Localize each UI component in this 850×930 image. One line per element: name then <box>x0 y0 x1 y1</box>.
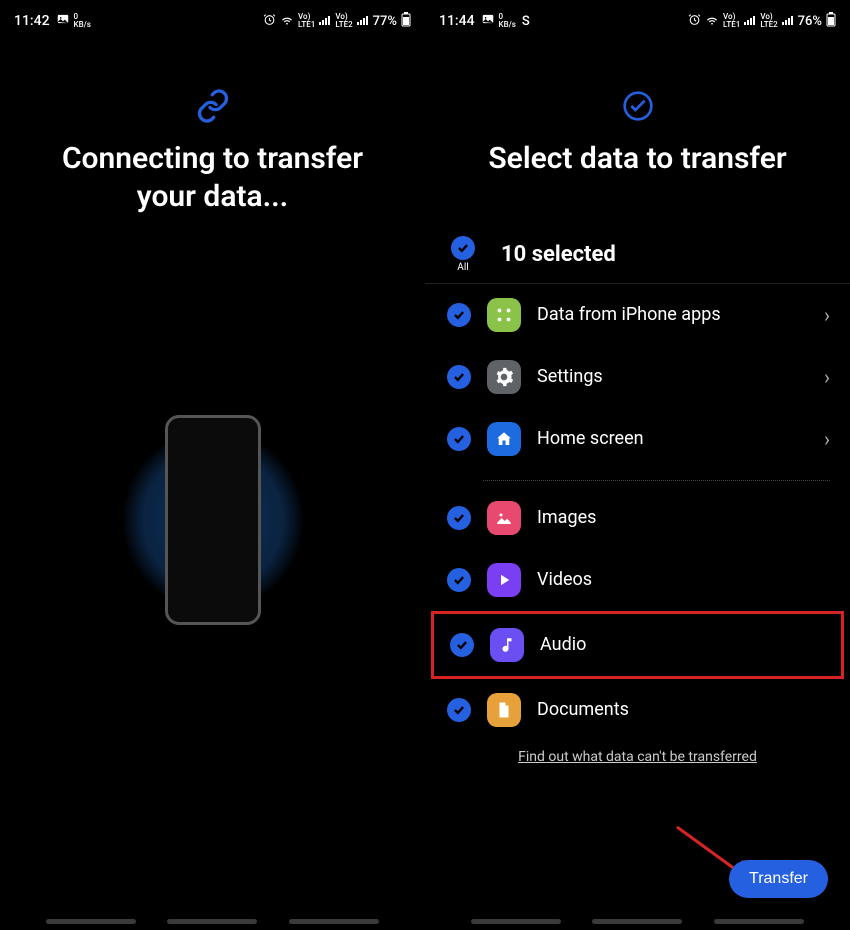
item-settings[interactable]: Settings › <box>425 346 850 408</box>
item-label: Images <box>537 507 830 528</box>
signal1-icon <box>744 14 756 28</box>
music-icon <box>490 628 524 662</box>
chevron-right-icon: › <box>824 365 830 389</box>
images-icon <box>487 501 521 535</box>
link-icon <box>193 86 233 126</box>
item-audio[interactable]: Audio <box>434 614 841 676</box>
battery-icon <box>826 12 836 30</box>
page-title: Select data to transfer <box>425 140 850 178</box>
left-screen: 11:42 0 KB/s Vo)LTE1 Vo)LTE2 77% <box>0 0 425 930</box>
signal1-icon <box>319 14 331 28</box>
signal2-icon <box>357 14 369 28</box>
checkbox[interactable] <box>447 568 471 592</box>
wifi-icon <box>280 14 294 29</box>
checkbox[interactable] <box>447 698 471 722</box>
image-icon <box>481 12 495 30</box>
nav-recent[interactable] <box>46 919 136 924</box>
find-out-link[interactable]: Find out what data can't be transferred <box>425 749 850 765</box>
item-documents[interactable]: Documents <box>425 679 850 741</box>
document-icon <box>487 693 521 727</box>
checkbox[interactable] <box>447 427 471 451</box>
nav-back[interactable] <box>289 919 379 924</box>
play-icon <box>487 563 521 597</box>
checkbox[interactable] <box>447 365 471 389</box>
status-bar: 11:42 0 KB/s Vo)LTE1 Vo)LTE2 77% <box>0 0 425 36</box>
status-bar: 11:44 0 KB/s S Vo)LTE1 Vo)LTE2 76% <box>425 0 850 36</box>
item-label: Home screen <box>537 428 808 449</box>
all-label: All <box>457 262 468 273</box>
apps-icon <box>487 298 521 332</box>
select-all-checkbox[interactable] <box>451 236 475 260</box>
status-time: 11:44 <box>439 13 475 29</box>
nav-bar <box>0 919 425 924</box>
phone-illustration <box>113 410 313 630</box>
battery-icon <box>401 12 411 30</box>
page-title: Connecting to transfer your data... <box>0 140 425 215</box>
alarm-icon <box>263 13 276 29</box>
nav-back[interactable] <box>714 919 804 924</box>
checkbox[interactable] <box>447 506 471 530</box>
checkbox[interactable] <box>447 303 471 327</box>
battery-percent: 76% <box>798 14 822 29</box>
image-icon <box>56 12 70 30</box>
item-home-screen[interactable]: Home screen › <box>425 408 850 470</box>
right-screen: 11:44 0 KB/s S Vo)LTE1 Vo)LTE2 76% <box>425 0 850 930</box>
divider <box>483 480 830 481</box>
check-circle-icon <box>618 86 658 126</box>
audio-highlight: Audio <box>431 611 844 679</box>
item-label: Data from iPhone apps <box>537 304 808 325</box>
nav-bar <box>425 919 850 924</box>
s-badge: S <box>522 14 530 29</box>
item-label: Videos <box>537 569 830 590</box>
nav-home[interactable] <box>167 919 257 924</box>
item-videos[interactable]: Videos <box>425 549 850 611</box>
data-item-list: Data from iPhone apps › Settings › Home … <box>425 284 850 741</box>
wifi-icon <box>705 14 719 29</box>
selected-count: 10 selected <box>501 242 616 267</box>
transfer-button[interactable]: Transfer <box>729 860 828 898</box>
battery-percent: 77% <box>373 14 397 29</box>
chevron-right-icon: › <box>824 427 830 451</box>
nav-recent[interactable] <box>471 919 561 924</box>
home-icon <box>487 422 521 456</box>
item-images[interactable]: Images <box>425 487 850 549</box>
select-all-row[interactable]: All 10 selected <box>425 224 850 284</box>
alarm-icon <box>688 13 701 29</box>
chevron-right-icon: › <box>824 303 830 327</box>
item-label: Audio <box>540 634 821 655</box>
gear-icon <box>487 360 521 394</box>
item-label: Settings <box>537 366 808 387</box>
status-time: 11:42 <box>14 13 50 29</box>
item-label: Documents <box>537 699 830 720</box>
nav-home[interactable] <box>592 919 682 924</box>
checkbox[interactable] <box>450 633 474 657</box>
item-iphone-apps[interactable]: Data from iPhone apps › <box>425 284 850 346</box>
signal2-icon <box>782 14 794 28</box>
